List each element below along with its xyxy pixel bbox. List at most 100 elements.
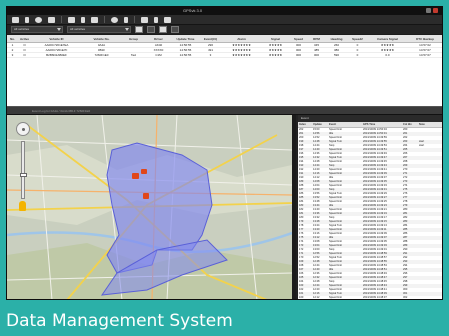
vehicle-select[interactable]: All vehicles <box>67 26 131 33</box>
log-row[interactable]: 160 12:12 Speed limit 2013/10/09 14:48:37 30… <box>298 296 442 299</box>
map-view[interactable] <box>7 115 292 300</box>
table-cell: O <box>23 48 26 52</box>
table-cell: XXXX0 <box>153 48 164 52</box>
column-header[interactable]: Update Time <box>171 35 199 42</box>
table-cell: 14:57:07 <box>419 48 431 52</box>
close-icon[interactable] <box>433 8 438 13</box>
group-select-value: All vehicles <box>14 27 30 31</box>
table-cell: 14:56:55 <box>179 43 192 47</box>
zoom-slider-thumb[interactable] <box>20 173 27 178</box>
column-header[interactable]: GPS Time <box>362 122 402 127</box>
camera-icon[interactable] <box>111 16 118 23</box>
table-cell <box>121 48 145 52</box>
column-header[interactable]: Speed <box>289 35 307 42</box>
chevron-down-icon <box>125 28 129 31</box>
lock-icon[interactable] <box>154 16 158 23</box>
vehicle-marker[interactable] <box>141 169 147 174</box>
table-cell: 000 <box>295 53 301 57</box>
toolbar-divider <box>134 16 135 23</box>
minimize-icon[interactable] <box>426 8 431 13</box>
vehicle-marker[interactable] <box>143 193 149 199</box>
table-cell: 3 <box>209 53 212 57</box>
table-cell: 14:56:55 <box>179 53 192 57</box>
table-cell: 7260F1E0 <box>94 53 109 57</box>
event-log-panel: Event Index Update Event GPS Time Col Idx Not… <box>296 115 442 299</box>
table-cell: 0 <box>356 48 359 52</box>
report-icon[interactable] <box>48 16 55 23</box>
table-cell: 000 <box>313 53 319 57</box>
table-cell: AA00C7201E7EA <box>44 43 69 47</box>
list-view-button[interactable] <box>159 26 167 33</box>
table-cell: C1M <box>155 53 162 57</box>
settings-icon[interactable] <box>124 16 128 23</box>
table-cell: O <box>23 53 26 57</box>
history-icon[interactable] <box>91 16 98 23</box>
table-cell: ★★★★★ <box>268 43 283 47</box>
monitor-icon[interactable] <box>12 16 19 23</box>
table-cell: 14:56:55 <box>179 48 192 52</box>
list-icon[interactable] <box>25 16 29 23</box>
table-cell: AK40 <box>154 43 163 47</box>
log-cell: 160 <box>299 296 304 299</box>
column-header[interactable]: Heading <box>325 35 347 42</box>
search-button[interactable] <box>135 26 143 33</box>
table-cell: 14:57:02 <box>419 43 431 47</box>
table-cell: ★★★★★ <box>380 43 395 47</box>
column-header[interactable]: DTC Backup <box>407 35 442 42</box>
column-header[interactable]: Camera Signal <box>367 35 407 42</box>
column-header[interactable]: Update <box>312 122 328 127</box>
table-cell: 0 <box>356 53 359 57</box>
table-cell: ★★★★★★★ <box>232 48 251 52</box>
caption-title: Data Management System <box>6 311 233 331</box>
column-header[interactable]: Index <box>298 122 312 127</box>
table-cell: 296 <box>207 43 213 47</box>
help-icon[interactable] <box>164 16 171 23</box>
export-button[interactable] <box>171 26 179 33</box>
table-cell: 14:57:07 <box>419 53 431 57</box>
table-cell: 590 <box>333 53 339 57</box>
column-header[interactable]: Vehicle ID <box>31 35 81 42</box>
table-cell: 1 <box>11 43 14 47</box>
column-header[interactable]: Event <box>328 122 362 127</box>
refresh-icon[interactable] <box>35 16 42 23</box>
filter-bar: All vehicles All vehicles <box>7 25 442 34</box>
chevron-down-icon <box>57 28 61 31</box>
street-view-icon[interactable] <box>19 201 26 211</box>
table-cell: 0A4A <box>97 43 106 47</box>
column-header[interactable]: No. <box>7 35 17 42</box>
map-canvas[interactable] <box>7 115 292 300</box>
vehicle-select-value: All vehicles <box>70 27 86 31</box>
table-cell: ★★★★★★★ <box>232 53 251 57</box>
log-cell <box>418 296 442 299</box>
route-icon[interactable] <box>81 16 85 23</box>
pan-control[interactable] <box>16 122 30 136</box>
column-header[interactable]: Note <box>418 122 442 127</box>
column-header[interactable]: Driver <box>145 35 171 42</box>
column-header[interactable]: Group <box>121 35 145 42</box>
column-header[interactable]: Active <box>17 35 31 42</box>
main-toolbar <box>7 15 442 25</box>
column-header[interactable]: Alarm <box>221 35 261 42</box>
column-header[interactable]: Event(Ct) <box>199 35 221 42</box>
grid-view-button[interactable] <box>147 26 155 33</box>
user-icon[interactable] <box>141 16 148 23</box>
group-select[interactable]: All vehicles <box>11 26 63 33</box>
table-row[interactable]: 3 O B2B6D2AB0EF 7260F1E0 Taxi C1M 14:56:55 3 ★★★… <box>7 53 442 58</box>
map-icon[interactable] <box>68 16 75 23</box>
app-window: GPSvk 3.0 All vehicles All vehicles No. … <box>6 6 443 300</box>
pan-center-icon <box>22 128 25 131</box>
column-header[interactable]: Vehicle No. <box>81 35 121 42</box>
toolbar-divider <box>104 16 105 23</box>
column-header[interactable]: Signal <box>261 35 289 42</box>
column-header[interactable]: RPM <box>307 35 325 42</box>
table-cell: AA00C7201E7F <box>45 48 68 52</box>
column-header[interactable]: Col Idx <box>402 122 418 127</box>
zoom-slider[interactable] <box>20 141 27 199</box>
column-header[interactable]: Speed2 <box>347 35 367 42</box>
panel-splitter[interactable]: Event Log for 0A4A / 0A4A 0B1F 7260F1E0 <box>7 106 442 115</box>
window-title: GPSvk 3.0 <box>183 8 203 13</box>
table-cell: ★★★★★ <box>268 48 283 52</box>
table-cell: 485 <box>313 48 319 52</box>
vehicle-marker[interactable] <box>132 173 139 179</box>
caption-bar: Data Management System <box>0 305 449 336</box>
